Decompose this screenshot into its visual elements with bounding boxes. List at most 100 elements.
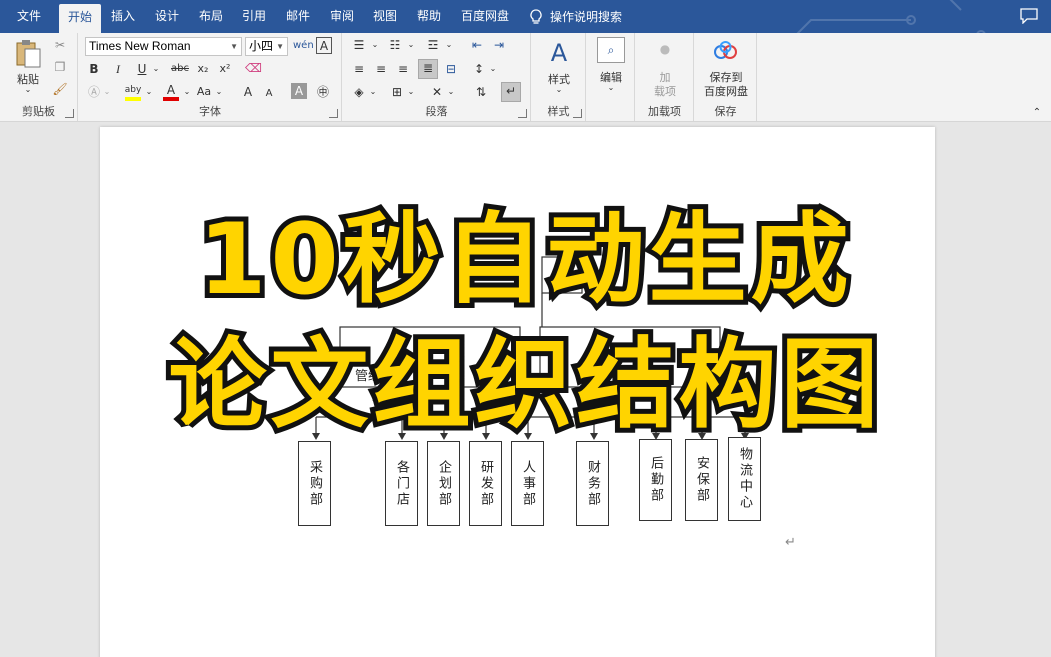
cut-icon[interactable]: ✂ — [52, 37, 68, 53]
dept-box: 研发部 — [469, 441, 502, 526]
chevron-down-icon: ⌄ — [555, 85, 563, 94]
clipboard-group: 粘贴 ⌄ ✂ ❐ 🖌 剪贴板 — [0, 33, 78, 121]
increase-indent-icon[interactable]: ⇥ — [491, 37, 507, 53]
font-color-icon: A — [166, 83, 176, 97]
addins-group: ● 加 载项 加载项 — [636, 33, 694, 121]
addins-button[interactable]: ● 加 载项 — [642, 37, 688, 101]
dept-box: 后勤部 — [639, 439, 672, 521]
chevron-down-icon: ⌄ — [607, 83, 615, 92]
show-marks-icon[interactable]: ↵ — [501, 82, 521, 102]
chevron-down-icon[interactable]: ⌄ — [183, 84, 191, 100]
chevron-down-icon[interactable]: ⌄ — [369, 84, 377, 100]
addins-icon: ● — [659, 42, 671, 56]
font-group-label: 字体 — [199, 105, 221, 118]
paragraph-group-label: 段落 — [425, 105, 448, 118]
paste-button[interactable]: 粘贴 ⌄ — [8, 39, 48, 97]
chinese-layout-icon[interactable]: ✕ — [429, 84, 445, 100]
dept-box: 企划部 — [427, 441, 460, 526]
tab-baidu-netdisk[interactable]: 百度网盘 — [455, 0, 515, 33]
save-group: 保存到 百度网盘 保存 — [695, 33, 757, 121]
tell-me-search[interactable]: 操作说明搜索 — [530, 0, 622, 33]
copy-icon[interactable]: ❐ — [52, 59, 68, 75]
tab-view[interactable]: 视图 — [365, 0, 405, 33]
save-to-netdisk-button[interactable]: 保存到 百度网盘 — [699, 37, 753, 101]
search-icon: ⌕ — [597, 37, 625, 63]
chevron-down-icon[interactable]: ⌄ — [215, 84, 223, 100]
grow-font-button[interactable]: A — [241, 84, 255, 100]
numbering-icon[interactable]: ☷ — [387, 37, 403, 53]
tab-design[interactable]: 设计 — [147, 0, 187, 33]
format-painter-icon[interactable]: 🖌 — [52, 81, 68, 97]
dept-label: 企划部 — [436, 459, 451, 508]
tab-home[interactable]: 开始 — [59, 4, 101, 33]
dept-box: 各门店 — [385, 441, 418, 526]
tab-file[interactable]: 文件 — [8, 0, 50, 33]
text-effects-icon[interactable]: Ⓐ — [87, 84, 101, 100]
tab-insert[interactable]: 插入 — [103, 0, 143, 33]
chevron-down-icon[interactable]: ⌄ — [447, 84, 455, 100]
sort-icon[interactable]: ⇅ — [473, 84, 489, 100]
bullets-icon[interactable]: ☰ — [351, 37, 367, 53]
tab-review[interactable]: 审阅 — [322, 0, 362, 33]
dialog-launcher-icon[interactable] — [518, 109, 527, 118]
tab-help[interactable]: 帮助 — [409, 0, 449, 33]
subscript-button[interactable]: x₂ — [195, 61, 211, 77]
editing-button[interactable]: ⌕ 编辑 ⌄ — [591, 37, 631, 101]
addins-label-line2: 载项 — [654, 85, 676, 98]
pinyin-guide-icon[interactable]: wén — [293, 38, 314, 54]
comment-icon[interactable] — [1020, 8, 1038, 24]
strikethrough-button[interactable]: abc — [169, 61, 191, 77]
tab-mailings[interactable]: 邮件 — [278, 0, 318, 33]
decrease-indent-icon[interactable]: ⇤ — [469, 37, 485, 53]
font-size-box[interactable]: 小四 ▼ — [245, 37, 288, 56]
highlight-color-button[interactable]: aby — [123, 82, 143, 102]
bold-button[interactable]: B — [87, 61, 101, 77]
superscript-button[interactable]: x² — [217, 61, 233, 77]
chevron-down-icon: ▼ — [230, 42, 238, 51]
justify-icon[interactable]: ≣ — [418, 59, 438, 79]
dialog-launcher-icon[interactable] — [329, 109, 338, 118]
distributed-icon[interactable]: ⊟ — [443, 61, 459, 77]
chevron-down-icon[interactable]: ⌄ — [371, 37, 379, 53]
collapse-ribbon-icon[interactable]: ⌃ — [1030, 105, 1044, 121]
addins-group-label: 加载项 — [648, 105, 681, 118]
align-center-icon[interactable]: ≡ — [373, 61, 389, 77]
dept-box: 采购部 — [298, 441, 331, 526]
borders-icon[interactable]: ⊞ — [389, 84, 405, 100]
dept-label: 后勤部 — [648, 456, 663, 504]
paragraph-group: ☰ ⌄ ☷ ⌄ ☲ ⌄ ⇤ ⇥ ≡ ≡ ≡ ≣ ⊟ ↕ ⌄ ◈ ⌄ ⊞ ⌄ ✕ … — [343, 33, 531, 121]
tab-references[interactable]: 引用 — [234, 0, 274, 33]
chevron-down-icon[interactable]: ⌄ — [489, 61, 497, 77]
dept-box: 财务部 — [576, 441, 609, 526]
character-shading-icon[interactable]: A — [291, 83, 307, 99]
dept-label: 研发部 — [478, 459, 493, 508]
highlight-color-bar — [125, 97, 141, 101]
change-case-button[interactable]: Aa — [195, 84, 213, 100]
chevron-down-icon[interactable]: ⌄ — [145, 84, 153, 100]
dept-box: 物流中心 — [728, 437, 761, 521]
chevron-down-icon[interactable]: ⌄ — [151, 61, 161, 77]
dialog-launcher-icon[interactable] — [573, 109, 582, 118]
font-name-box[interactable]: Times New Roman ▼ — [85, 37, 242, 56]
clear-formatting-icon[interactable]: ⌫ — [245, 60, 262, 76]
chevron-down-icon[interactable]: ⌄ — [407, 37, 415, 53]
character-border-icon[interactable]: A — [316, 37, 332, 54]
font-color-button[interactable]: A — [161, 82, 181, 102]
line-spacing-icon[interactable]: ↕ — [471, 61, 487, 77]
italic-button[interactable]: I — [111, 61, 125, 77]
tell-me-label: 操作说明搜索 — [550, 10, 623, 24]
underline-button[interactable]: U — [135, 61, 149, 77]
enclosed-character-icon[interactable]: ㊥ — [315, 84, 331, 100]
lightbulb-icon — [530, 8, 542, 24]
chevron-down-icon[interactable]: ⌄ — [407, 84, 415, 100]
align-right-icon[interactable]: ≡ — [395, 61, 411, 77]
dept-label: 各门店 — [394, 459, 409, 508]
align-left-icon[interactable]: ≡ — [351, 61, 367, 77]
dialog-launcher-icon[interactable] — [65, 109, 74, 118]
multilevel-list-icon[interactable]: ☲ — [425, 37, 441, 53]
styles-button[interactable]: A 样式 ⌄ — [538, 37, 580, 101]
tab-layout[interactable]: 布局 — [191, 0, 231, 33]
chevron-down-icon[interactable]: ⌄ — [445, 37, 453, 53]
shading-icon[interactable]: ◈ — [351, 84, 367, 100]
shrink-font-button[interactable]: A — [263, 86, 275, 102]
